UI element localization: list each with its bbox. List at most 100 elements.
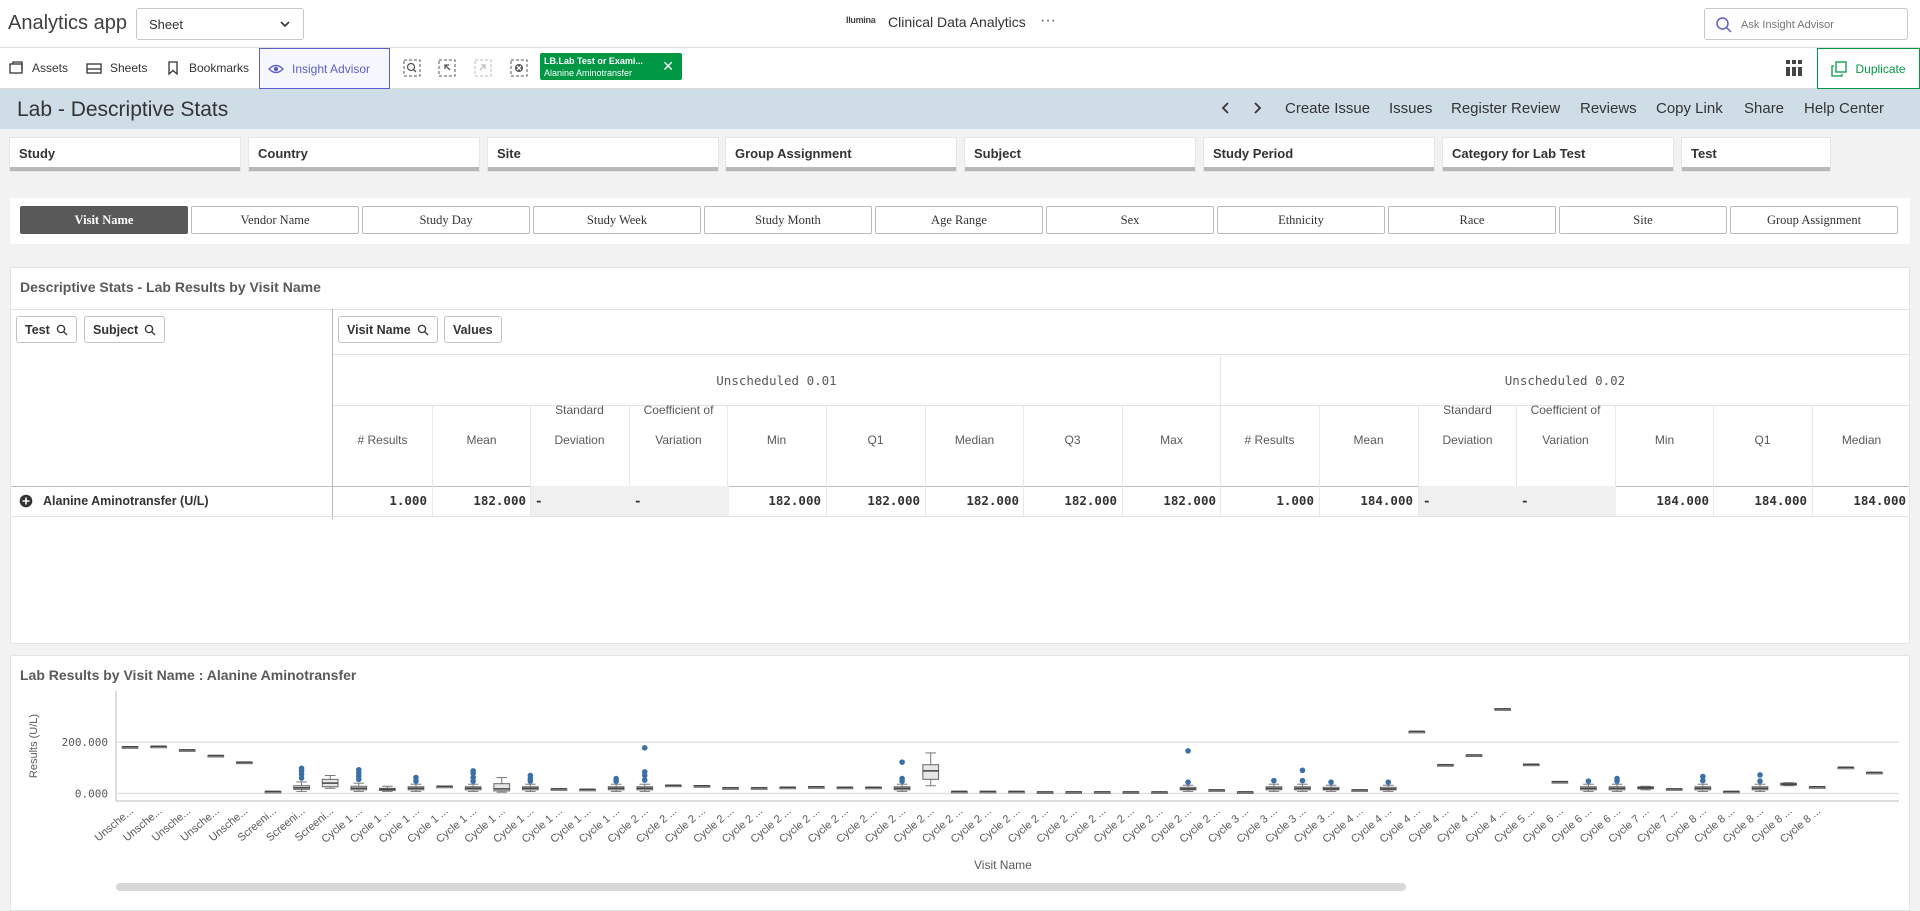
outlier-point [899, 759, 905, 765]
table-cell[interactable]: 182.000 [1024, 486, 1123, 516]
filter-site[interactable]: Site [488, 138, 718, 171]
dim-visit-name[interactable]: Visit Name [20, 206, 188, 234]
expand-icon[interactable] [19, 494, 33, 508]
dim-ethnicity[interactable]: Ethnicity [1217, 206, 1385, 234]
outlier-point [470, 768, 476, 774]
more-options-icon[interactable]: ··· [1040, 12, 1056, 30]
dim-vendor-name[interactable]: Vendor Name [191, 206, 359, 234]
filter-label: Group Assignment [735, 146, 852, 161]
row-dim-subject[interactable]: Subject [84, 316, 166, 343]
column-header: Coefficient of Variation [1516, 389, 1615, 451]
column-header-line2: Variation [655, 433, 702, 447]
register-review-link[interactable]: Register Review [1451, 100, 1560, 117]
lab-results-chart: Lab Results by Visit Name : Alanine Amin… [10, 655, 1910, 911]
column-header-line2: Mean [1353, 433, 1384, 447]
selection-chip[interactable]: LB.Lab Test or Exami... Alanine Aminotra… [540, 53, 682, 80]
dim-study-week[interactable]: Study Week [533, 206, 701, 234]
col-dim-values[interactable]: Values [444, 316, 502, 343]
dim-age-range[interactable]: Age Range [875, 206, 1043, 234]
selection-forward-icon[interactable] [473, 58, 493, 78]
filter-country[interactable]: Country [249, 138, 479, 171]
table-cell[interactable]: - [630, 486, 729, 516]
filter-test[interactable]: Test [1682, 138, 1830, 171]
column-header-line2: Median [954, 433, 995, 447]
ask-insight-search[interactable] [1704, 8, 1908, 40]
row-dim-test[interactable]: Test [16, 316, 77, 343]
copy-link-link[interactable]: Copy Link [1656, 100, 1723, 117]
grid-view-icon[interactable] [1784, 58, 1804, 78]
dim-group-assignment[interactable]: Group Assignment [1730, 206, 1898, 234]
filter-subject[interactable]: Subject [965, 138, 1195, 171]
divider [11, 309, 1909, 310]
filter-bar: Study Country Site Group Assignment Subj… [0, 138, 1920, 174]
duplicate-label: Duplicate [1855, 61, 1906, 76]
help-center-link[interactable]: Help Center [1804, 100, 1884, 117]
table-cell[interactable]: 184.000 [1813, 486, 1912, 516]
table-cell[interactable]: - [1517, 486, 1616, 516]
dim-sex[interactable]: Sex [1046, 206, 1214, 234]
table-cell[interactable]: 184.000 [1714, 486, 1813, 516]
duplicate-button[interactable]: Duplicate [1817, 48, 1920, 89]
reviews-link[interactable]: Reviews [1580, 100, 1637, 117]
dim-site[interactable]: Site [1559, 206, 1727, 234]
filter-category-for-lab-test[interactable]: Category for Lab Test [1443, 138, 1673, 171]
issues-link[interactable]: Issues [1389, 100, 1432, 117]
outlier-point [1757, 778, 1763, 784]
column-header-line2: Min [766, 433, 787, 447]
close-icon[interactable]: ✕ [662, 58, 674, 75]
previous-sheet-button[interactable] [1220, 100, 1232, 121]
column-header: # Results [333, 389, 432, 451]
column-header-line2: Q1 [867, 433, 884, 447]
pill-label: Test [25, 322, 50, 337]
filter-label: Category for Lab Test [1452, 146, 1586, 161]
outlier-point [1299, 767, 1306, 774]
filter-label: Subject [974, 146, 1021, 161]
filter-study-period[interactable]: Study Period [1204, 138, 1434, 171]
table-cell[interactable]: 182.000 [827, 486, 926, 516]
filter-study[interactable]: Study [10, 138, 240, 171]
table-cell[interactable]: 182.000 [433, 486, 532, 516]
chart-scrollbar[interactable] [116, 883, 1406, 891]
table-cell[interactable]: 182.000 [1123, 486, 1222, 516]
table-cell[interactable]: 184.000 [1320, 486, 1419, 516]
smart-search-icon[interactable] [402, 58, 422, 78]
company-logo: Ilumina [846, 15, 876, 25]
ask-insight-input[interactable] [1741, 16, 1901, 34]
sheet-select[interactable]: Sheet [136, 8, 304, 40]
insight-advisor-button[interactable]: Insight Advisor [259, 48, 390, 89]
filter-group-assignment[interactable]: Group Assignment [726, 138, 956, 171]
dim-study-month[interactable]: Study Month [704, 206, 872, 234]
duplicate-icon [1831, 60, 1848, 77]
table-cell[interactable]: 1.000 [1221, 486, 1320, 516]
sheet-select-value: Sheet [149, 17, 183, 32]
filter-label: Test [1691, 146, 1717, 161]
create-issue-link[interactable]: Create Issue [1285, 100, 1370, 117]
filter-label: Study Period [1213, 146, 1294, 161]
assets-button[interactable]: Assets [0, 48, 76, 88]
y-axis-label: Results (U/L) [28, 714, 40, 778]
table-cell[interactable]: 1.000 [334, 486, 433, 516]
sheets-button[interactable]: Sheets [78, 48, 155, 88]
dim-study-day[interactable]: Study Day [362, 206, 530, 234]
column-header: Median [925, 389, 1024, 451]
group-header: Unscheduled 0.02 [1504, 373, 1626, 388]
share-link[interactable]: Share [1744, 100, 1784, 117]
clear-selections-icon[interactable] [509, 58, 529, 78]
selection-back-icon[interactable] [437, 58, 457, 78]
column-header: Min [727, 389, 826, 451]
col-dim-visit-name[interactable]: Visit Name [338, 316, 438, 343]
selection-chip-value: Alanine Aminotransfer [544, 68, 633, 78]
eye-icon [268, 64, 284, 73]
bookmarks-button[interactable]: Bookmarks [157, 48, 257, 88]
table-cell[interactable]: 182.000 [926, 486, 1025, 516]
table-cell[interactable]: - [531, 486, 630, 516]
table-cell[interactable]: 182.000 [728, 486, 827, 516]
row-test-name: Alanine Aminotransfer (U/L) [43, 494, 209, 508]
divider [11, 516, 1909, 517]
table-cell[interactable]: 184.000 [1616, 486, 1715, 516]
dim-race[interactable]: Race [1388, 206, 1556, 234]
assets-label: Assets [32, 61, 69, 75]
next-sheet-button[interactable] [1251, 100, 1263, 121]
table-cell[interactable]: - [1419, 486, 1518, 516]
app-name[interactable]: Analytics app [8, 12, 127, 35]
